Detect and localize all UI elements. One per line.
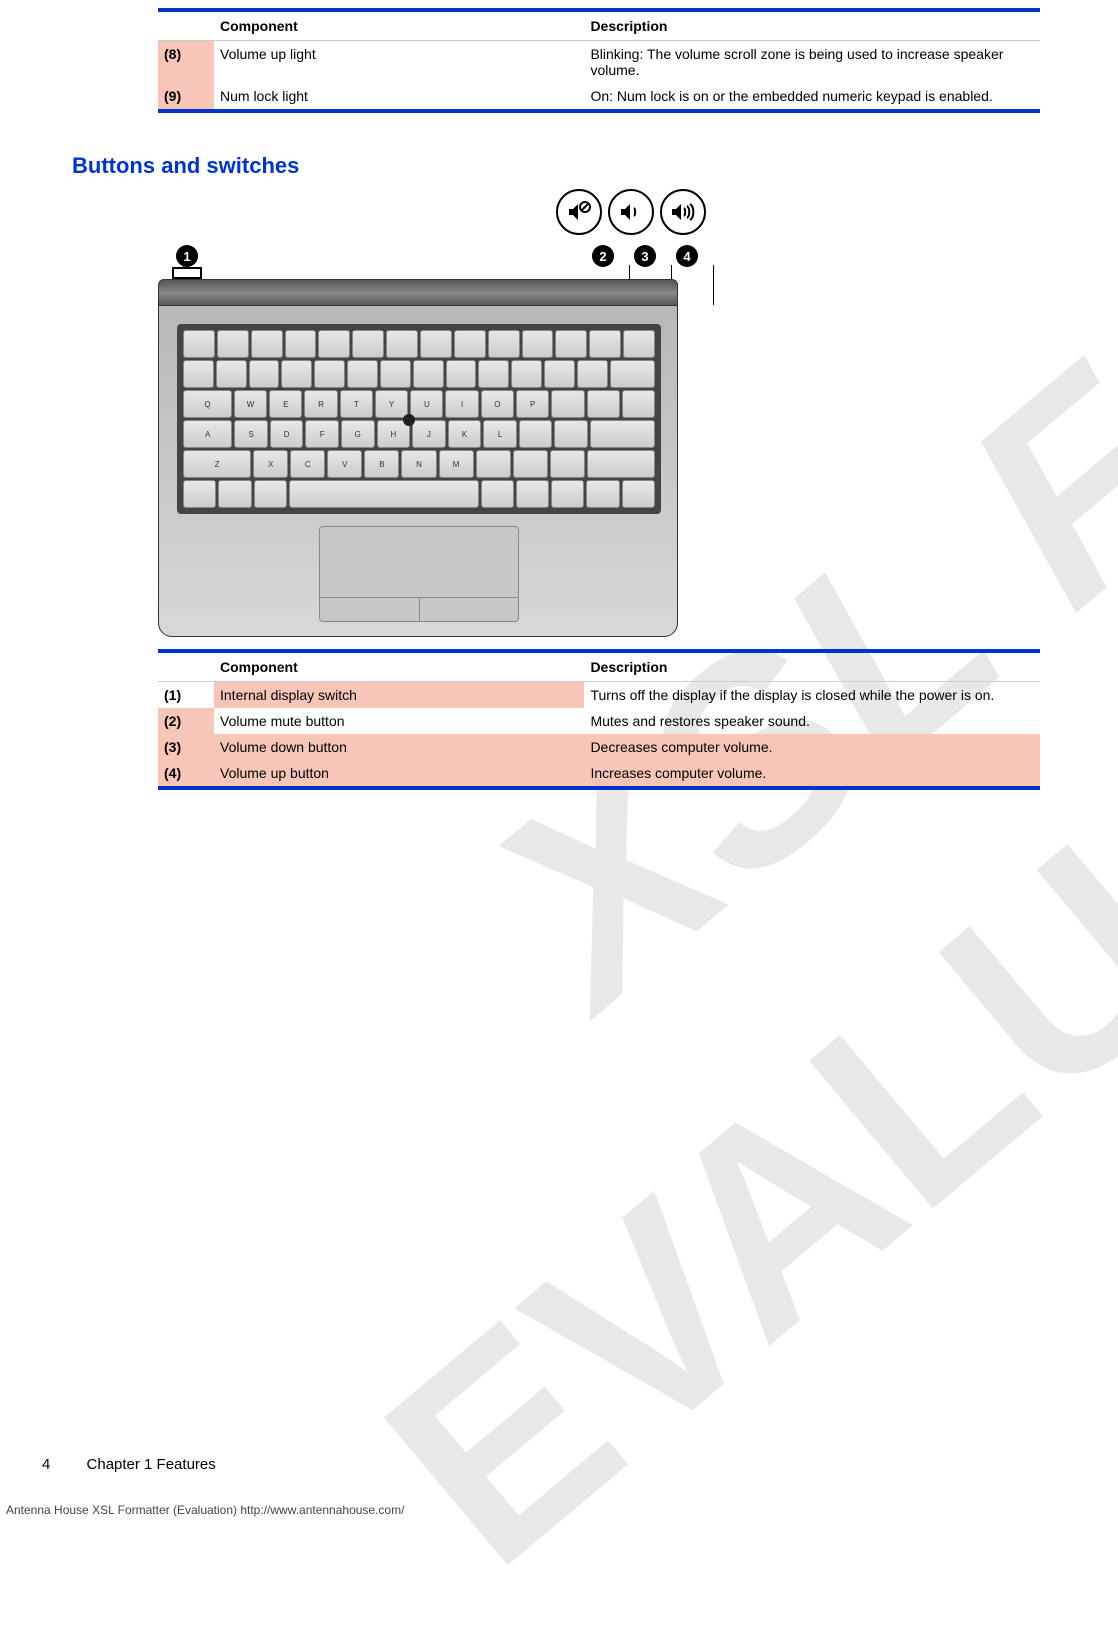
table-row: (3) Volume down button Decreases compute… bbox=[158, 734, 1040, 760]
row-number: (1) bbox=[158, 682, 214, 709]
component-table-buttons: Component Description (1) Internal displ… bbox=[158, 649, 1040, 790]
row-number: (4) bbox=[158, 760, 214, 788]
table-header-blank bbox=[158, 10, 214, 41]
row-description: Mutes and restores speaker sound. bbox=[584, 708, 1040, 734]
display-switch-callout bbox=[172, 267, 202, 279]
table-row: (4) Volume up button Increases computer … bbox=[158, 760, 1040, 788]
row-description: Blinking: The volume scroll zone is bein… bbox=[584, 41, 1040, 84]
row-number: (2) bbox=[158, 708, 214, 734]
table-row: (2) Volume mute button Mutes and restore… bbox=[158, 708, 1040, 734]
keyboard: QWERTYUIOP ASDFGHJKL ZXCVBNM bbox=[177, 324, 661, 514]
page-footer: 4 Chapter 1 Features bbox=[42, 1456, 216, 1473]
evaluation-footer: Antenna House XSL Formatter (Evaluation)… bbox=[6, 1503, 404, 1517]
pointing-stick bbox=[403, 414, 415, 426]
laptop-deck: QWERTYUIOP ASDFGHJKL ZXCVBNM bbox=[158, 305, 678, 637]
chapter-label: Chapter 1 Features bbox=[87, 1456, 216, 1473]
callout-line bbox=[713, 265, 714, 305]
row-component: Volume down button bbox=[214, 734, 584, 760]
row-component: Volume up light bbox=[214, 41, 584, 84]
table-row: (8) Volume up light Blinking: The volume… bbox=[158, 41, 1040, 84]
laptop-hinge bbox=[158, 279, 678, 307]
component-table-lights: Component Description (8) Volume up ligh… bbox=[158, 8, 1040, 113]
row-number: (8) bbox=[158, 41, 214, 84]
row-description: On: Num lock is on or the embedded numer… bbox=[584, 83, 1040, 111]
row-component: Volume mute button bbox=[214, 708, 584, 734]
table-row: (9) Num lock light On: Num lock is on or… bbox=[158, 83, 1040, 111]
laptop-figure: 2 3 4 1 QWERTYUIOP ASDFGHJKL ZXCVBNM bbox=[158, 197, 678, 637]
section-heading: Buttons and switches bbox=[72, 153, 1040, 179]
row-description: Increases computer volume. bbox=[584, 760, 1040, 788]
table-header-blank bbox=[158, 651, 214, 682]
touchpad bbox=[319, 526, 519, 622]
row-component: Volume up button bbox=[214, 760, 584, 788]
table-header-description: Description bbox=[584, 651, 1040, 682]
row-description: Turns off the display if the display is … bbox=[584, 682, 1040, 709]
table-header-description: Description bbox=[584, 10, 1040, 41]
row-component: Num lock light bbox=[214, 83, 584, 111]
table-header-component: Component bbox=[214, 10, 584, 41]
row-number: (3) bbox=[158, 734, 214, 760]
table-row: (1) Internal display switch Turns off th… bbox=[158, 682, 1040, 709]
callout-number: 4 bbox=[676, 245, 698, 267]
row-number: (9) bbox=[158, 83, 214, 111]
row-description: Decreases computer volume. bbox=[584, 734, 1040, 760]
page-number: 4 bbox=[42, 1456, 50, 1473]
row-component: Internal display switch bbox=[214, 682, 584, 709]
table-header-component: Component bbox=[214, 651, 584, 682]
